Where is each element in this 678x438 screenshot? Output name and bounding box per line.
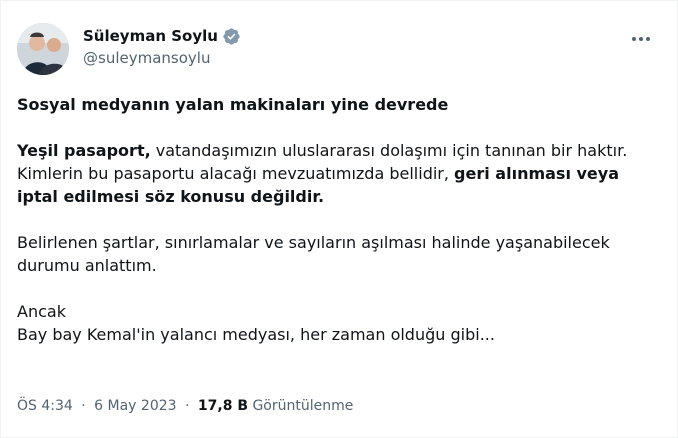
tweet-paragraph-4-line-1: Ancak	[17, 302, 66, 321]
p1-bold: Yeşil pasaport,	[17, 141, 151, 160]
tweet-paragraph-4-line-2: Bay bay Kemal'in yalancı medyası, her za…	[17, 325, 495, 344]
tweet-card: Süleyman Soylu @suleymansoylu Sosyal med…	[0, 0, 678, 438]
tweet-paragraph-1: Yeşil pasaport, vatandaşımızın uluslarar…	[17, 139, 657, 162]
meta-separator: ·	[185, 398, 190, 414]
display-name-row: Süleyman Soylu	[83, 25, 241, 47]
more-options-icon[interactable]	[627, 29, 655, 49]
author-names: Süleyman Soylu @suleymansoylu	[83, 25, 241, 67]
tweet-time[interactable]: ÖS 4:34	[17, 398, 73, 414]
more-dot	[646, 37, 650, 41]
views-count: 17,8 B	[197, 398, 248, 414]
avatar[interactable]	[17, 23, 69, 75]
tweet-paragraph-2: Kimlerin bu pasaportu alacağı mevzuatımı…	[17, 162, 657, 208]
tweet-paragraph-3: Belirlenen şartlar, sınırlamalar ve sayı…	[17, 233, 610, 275]
p1-rest: vatandaşımızın uluslararası dolaşımı içi…	[150, 141, 628, 160]
verified-badge-icon	[223, 27, 240, 45]
more-dot	[632, 37, 636, 41]
meta-separator: ·	[81, 398, 86, 414]
tweet-header: Süleyman Soylu @suleymansoylu	[17, 19, 661, 75]
tweet-text: Sosyal medyanın yalan makinaları yine de…	[17, 93, 657, 346]
views-label: Görüntülenme	[252, 398, 354, 414]
more-dot	[639, 37, 643, 41]
tweet-date[interactable]: 6 May 2023	[94, 398, 176, 414]
p2-plain: Kimlerin bu pasaportu alacağı mevzuatımı…	[17, 164, 455, 183]
tweet-meta: ÖS 4:34 · 6 May 2023 · 17,8 B Görüntülen…	[17, 398, 353, 414]
handle[interactable]: @suleymansoylu	[83, 49, 241, 67]
avatar-photo	[17, 23, 69, 75]
tweet-headline: Sosyal medyanın yalan makinaları yine de…	[17, 95, 449, 114]
display-name[interactable]: Süleyman Soylu	[83, 27, 218, 45]
